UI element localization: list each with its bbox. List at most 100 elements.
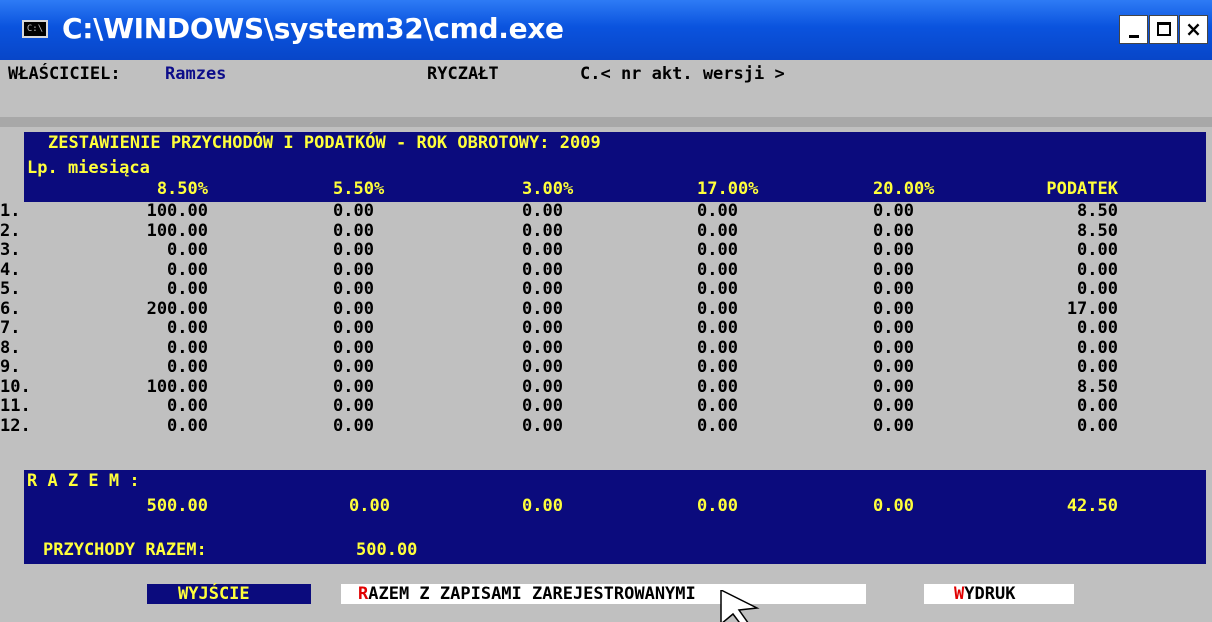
table-cell: 17.00 (1066, 299, 1118, 319)
table-cell: 0.00 (333, 299, 374, 319)
column-header: 17.00% (697, 179, 759, 199)
row-number: 3. (0, 240, 21, 260)
table-cell: 0.00 (333, 357, 374, 377)
table-cell: 0.00 (522, 260, 563, 280)
total-value: 0.00 (349, 496, 390, 516)
row-number: 5. (0, 279, 21, 299)
table-cell: 0.00 (522, 416, 563, 436)
table-cell: 0.00 (522, 279, 563, 299)
month-header: Lp. miesiąca (27, 158, 150, 178)
table-cell: 0.00 (873, 318, 914, 338)
cmd-icon: C:\ (22, 20, 48, 38)
table-cell: 0.00 (1077, 279, 1118, 299)
total-value: 0.00 (522, 496, 563, 516)
table-cell: 0.00 (873, 357, 914, 377)
row-number: 6. (0, 299, 21, 319)
revenue-label: PRZYCHODY RAZEM: (43, 540, 207, 560)
owner-label: WŁAŚCICIEL: (8, 64, 121, 84)
minimize-button[interactable] (1119, 15, 1148, 44)
table-cell: 0.00 (333, 260, 374, 280)
owner-name: Ramzes (165, 64, 227, 84)
table-cell: 100.00 (146, 221, 208, 241)
total-value: 42.50 (1066, 496, 1118, 516)
table-cell: 100.00 (146, 377, 208, 397)
table-cell: 0.00 (873, 416, 914, 436)
table-cell: 0.00 (333, 221, 374, 241)
close-button[interactable]: × (1179, 15, 1208, 44)
table-cell: 0.00 (873, 377, 914, 397)
table-cell: 0.00 (697, 416, 738, 436)
table-cell: 0.00 (873, 299, 914, 319)
table-cell: 0.00 (333, 318, 374, 338)
table-cell: 0.00 (522, 318, 563, 338)
table-cell: 0.00 (697, 260, 738, 280)
column-header: 3.00% (522, 179, 574, 199)
table-cell: 0.00 (333, 338, 374, 358)
table-cell: 0.00 (873, 221, 914, 241)
table-cell: 0.00 (522, 338, 563, 358)
table-cell: 8.50 (1077, 377, 1118, 397)
table-cell: 0.00 (522, 299, 563, 319)
exit-button-label: WYJŚCIE (178, 584, 250, 604)
table-cell: 0.00 (1077, 318, 1118, 338)
table-cell: 0.00 (522, 240, 563, 260)
table-cell: 0.00 (1077, 260, 1118, 280)
column-header: PODATEK (1046, 179, 1118, 199)
table-cell: 0.00 (697, 396, 738, 416)
row-number: 4. (0, 260, 21, 280)
table-cell: 8.50 (1077, 201, 1118, 221)
window-title: C:\WINDOWS\system32\cmd.exe (62, 12, 564, 45)
row-number: 12. (0, 416, 31, 436)
hotkey-letter: W (954, 584, 965, 604)
total-value: 500.00 (146, 496, 208, 516)
row-number: 8. (0, 338, 21, 358)
separator-band (0, 117, 1212, 127)
revenue-value: 500.00 (356, 540, 418, 560)
table-cell: 0.00 (333, 240, 374, 260)
table-cell: 0.00 (1077, 396, 1118, 416)
row-number: 7. (0, 318, 21, 338)
report-title: ZESTAWIENIE PRZYCHODÓW I PODATKÓW - ROK … (48, 133, 601, 153)
maximize-icon (1157, 22, 1171, 36)
total-value: 0.00 (697, 496, 738, 516)
row-number: 2. (0, 221, 21, 241)
row-number: 9. (0, 357, 21, 377)
column-header: 8.50% (156, 179, 208, 199)
total-value: 0.00 (873, 496, 914, 516)
table-cell: 100.00 (146, 201, 208, 221)
table-cell: 0.00 (873, 260, 914, 280)
table-cell: 0.00 (167, 396, 208, 416)
table-cell: 0.00 (167, 240, 208, 260)
table-cell: 0.00 (167, 338, 208, 358)
maximize-button[interactable] (1149, 15, 1178, 44)
table-cell: 0.00 (333, 377, 374, 397)
table-cell: 0.00 (522, 201, 563, 221)
table-cell: 0.00 (167, 318, 208, 338)
table-cell: 0.00 (873, 279, 914, 299)
table-cell: 0.00 (167, 260, 208, 280)
exit-button[interactable]: WYJŚCIE (147, 584, 311, 604)
table-cell: 0.00 (1077, 416, 1118, 436)
print-text: YDRUK (964, 584, 1016, 604)
table-cell: 0.00 (697, 318, 738, 338)
table-cell: 0.00 (167, 357, 208, 377)
table-cell: 0.00 (697, 201, 738, 221)
minimize-icon (1129, 35, 1139, 38)
table-cell: 0.00 (522, 377, 563, 397)
print-label: WYDRUK (954, 586, 1015, 603)
table-cell: 0.00 (697, 240, 738, 260)
table-cell: 0.00 (522, 357, 563, 377)
table-cell: 0.00 (697, 377, 738, 397)
column-header: 20.00% (873, 179, 935, 199)
table-cell: 0.00 (167, 279, 208, 299)
table-cell: 0.00 (167, 416, 208, 436)
print-button[interactable]: WYDRUK (924, 584, 1074, 604)
table-cell: 0.00 (697, 357, 738, 377)
title-bar[interactable]: C:\ C:\WINDOWS\system32\cmd.exe × (0, 0, 1212, 60)
table-cell: 0.00 (522, 221, 563, 241)
table-cell: 0.00 (873, 338, 914, 358)
with-records-text: AZEM Z ZAPISAMI ZAREJESTROWANYMI (368, 584, 696, 604)
table-cell: 0.00 (697, 299, 738, 319)
mode-label: RYCZAŁT (427, 64, 499, 84)
close-icon: × (1185, 17, 1202, 41)
